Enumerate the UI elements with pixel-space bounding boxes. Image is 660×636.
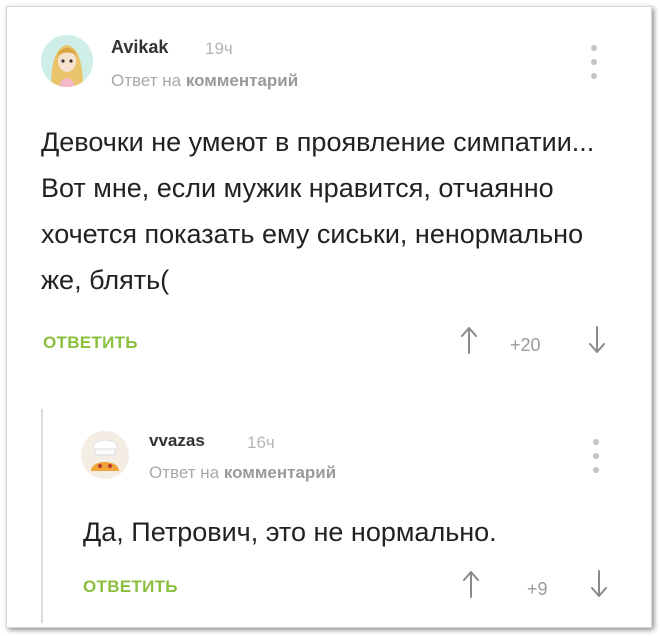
arrow-down-icon[interactable] [587,325,607,355]
username[interactable]: Avikak [111,37,168,58]
comment-text: Девочки не умеют в проявление симпатии..… [41,127,595,295]
vote-score: +9 [527,579,548,599]
vote-score: +20 [510,335,541,355]
reply-to-line: Ответ на комментарий [111,71,298,91]
avatar[interactable] [81,431,129,479]
arrow-down-icon[interactable] [589,569,609,599]
reply-prefix: Ответ на [149,463,220,482]
chef-hat-cartoon-avatar-icon [81,431,129,479]
vertical-dots-icon[interactable] [591,439,601,473]
reply-target-link[interactable]: комментарий [186,71,298,90]
reply-target-link[interactable]: комментарий [224,463,336,482]
comments-panel: Avikak 19ч Ответ на комментарий Девочки … [6,6,652,628]
comment-reply: vvazas 16ч Ответ на комментарий Да, Петр… [41,409,651,623]
comment-text: Да, Петрович, это не нормально. [83,517,497,547]
reply-button[interactable]: ОТВЕТИТЬ [83,577,178,597]
anime-girl-avatar-icon [41,35,93,87]
avatar[interactable] [41,35,93,87]
username[interactable]: vvazas [149,431,205,451]
reply-button[interactable]: ОТВЕТИТЬ [43,333,138,353]
vertical-dots-icon[interactable] [589,45,599,79]
arrow-up-icon[interactable] [459,325,479,355]
reply-prefix: Ответ на [111,71,182,90]
comment-time: 19ч [205,39,233,58]
arrow-up-icon[interactable] [461,569,481,599]
reply-to-line: Ответ на комментарий [149,463,336,483]
comment-time: 16ч [247,433,275,452]
